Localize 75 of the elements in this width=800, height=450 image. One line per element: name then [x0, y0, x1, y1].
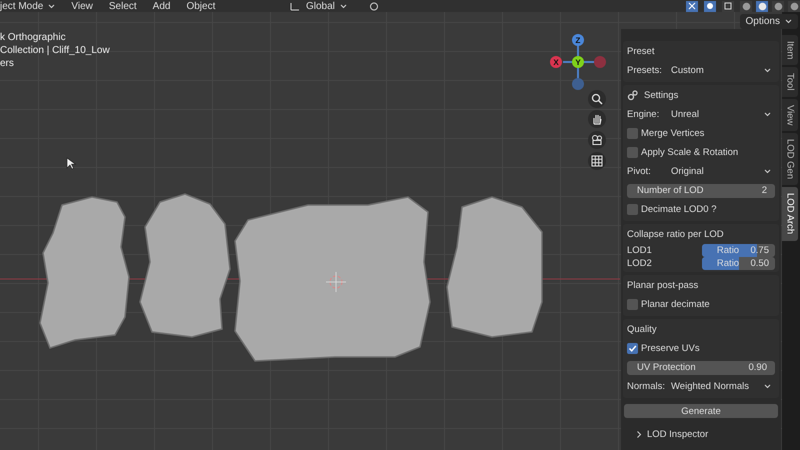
checkbox[interactable]: [627, 128, 638, 139]
chevron-icon: [340, 4, 347, 8]
lod-label: LOD2: [627, 258, 653, 269]
menu-item[interactable]: Add: [152, 0, 170, 12]
number-field[interactable]: UV Protection 0.90: [627, 360, 775, 374]
shading-mode-button[interactable]: [740, 0, 752, 12]
sidebar-tab[interactable]: View: [782, 98, 798, 132]
checkbox-label: Apply Scale & Rotation: [641, 147, 738, 158]
hand-icon[interactable]: [588, 110, 606, 128]
section-title: Preset: [627, 46, 654, 57]
checkbox-label: Decimate LOD0 ?: [641, 204, 717, 215]
x-axis-handle[interactable]: X: [550, 56, 562, 68]
checkbox-label: Merge Vertices: [641, 128, 704, 139]
z-axis-handle[interactable]: Z: [572, 34, 584, 46]
negative-x-handle[interactable]: [594, 56, 606, 68]
options-button[interactable]: Options: [740, 14, 798, 29]
view-name: k Orthographic: [0, 32, 66, 43]
sidebar-tab[interactable]: LOD Arch: [782, 187, 798, 241]
gears-icon: [627, 90, 638, 101]
square-icon: [724, 2, 732, 10]
sidebar-tab[interactable]: Tool: [782, 67, 798, 97]
number-field[interactable]: Number of LOD 2: [627, 184, 775, 198]
checkbox-label: Preserve UVs: [641, 343, 700, 354]
subpanel-header[interactable]: LOD Inspector: [623, 424, 779, 444]
overlay-toggle-button[interactable]: [704, 0, 716, 12]
sidebar-tab[interactable]: Item: [782, 35, 798, 66]
negative-z-handle[interactable]: [572, 78, 584, 90]
ratio-slider[interactable]: Ratio 0.50: [702, 257, 775, 270]
lod-label: LOD1: [627, 245, 653, 256]
field-label: Presets:: [627, 65, 663, 76]
field-label: Pivot:: [627, 166, 652, 177]
section-title: Collapse ratio per LOD: [627, 229, 724, 240]
checkbox[interactable]: [627, 204, 638, 215]
menu-item[interactable]: Select: [108, 0, 137, 12]
checkbox[interactable]: [627, 343, 638, 354]
generate-button[interactable]: Generate: [624, 404, 778, 418]
section-title: Quality: [627, 324, 657, 335]
viewport-text: ers: [0, 58, 14, 69]
section-title: Settings: [644, 90, 678, 101]
dropdown[interactable]: Weighted Normals: [668, 378, 775, 394]
grid-icon[interactable]: [588, 152, 606, 170]
chevron-icon: [764, 384, 771, 389]
gizmo-toggle-button[interactable]: [686, 0, 698, 12]
orientation-dropdown[interactable]: Global: [306, 0, 347, 12]
shading-mode-button[interactable]: [788, 0, 800, 12]
chevron-icon: [764, 169, 771, 174]
dropdown[interactable]: Original: [668, 164, 775, 180]
mode-dropdown[interactable]: ject Mode: [0, 0, 56, 12]
pivot-icon[interactable]: [368, 2, 379, 10]
field-label: Normals:: [627, 381, 665, 392]
field-label: Engine:: [627, 109, 660, 120]
chevron-icon: [636, 430, 642, 438]
shading-mode-button[interactable]: [772, 0, 784, 12]
xray-toggle-button[interactable]: [722, 0, 734, 12]
y-axis-handle[interactable]: Y: [572, 56, 584, 68]
menu-item[interactable]: View: [71, 0, 93, 12]
3d-cursor-icon: [326, 272, 346, 292]
chevron-icon: [764, 68, 771, 73]
menu-item[interactable]: Object: [186, 0, 216, 12]
transform-orientation-icon[interactable]: [290, 2, 300, 10]
checkbox-label: Planar decimate: [641, 299, 710, 310]
dropdown[interactable]: Unreal: [668, 106, 775, 122]
section-title: Planar post-pass: [627, 280, 698, 291]
camera-icon[interactable]: [588, 131, 606, 149]
checkbox[interactable]: [627, 147, 638, 158]
checkbox[interactable]: [627, 299, 638, 310]
shading-mode-button[interactable]: [756, 0, 768, 12]
dropdown[interactable]: Custom: [668, 62, 775, 78]
chevron-icon: [48, 4, 56, 8]
zoom-icon[interactable]: [588, 90, 606, 108]
sidebar-tab[interactable]: LOD Gen: [782, 133, 798, 186]
collection-label: Collection | Cliff_10_Low: [0, 45, 110, 56]
chevron-icon: [785, 19, 792, 24]
chevron-icon: [764, 112, 771, 117]
mouse-pointer-icon: [66, 157, 76, 170]
